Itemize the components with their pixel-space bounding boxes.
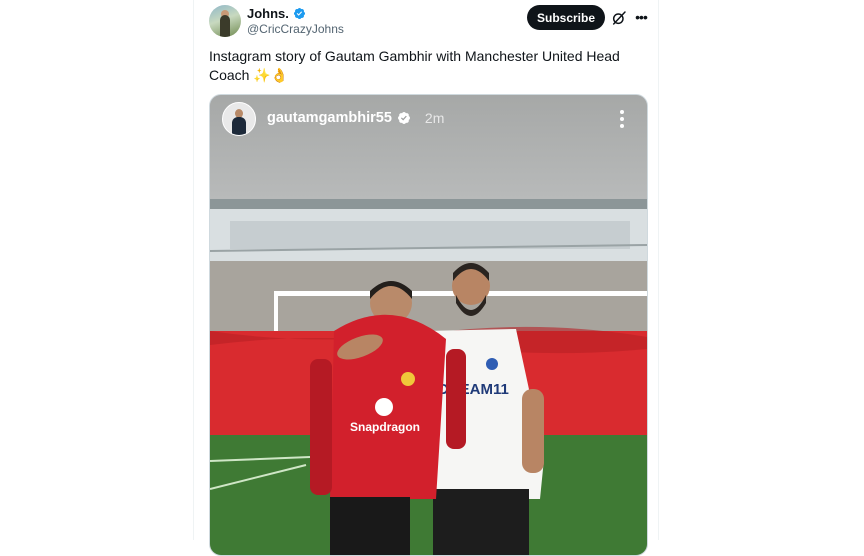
tweet-media[interactable]: gautamgambhir55 2m DREAM11 Snapdragon — [209, 94, 648, 556]
author-name-row[interactable]: Johns. — [247, 6, 306, 21]
more-options-icon[interactable]: ••• — [632, 8, 650, 26]
story-user-row: gautamgambhir55 2m — [267, 110, 444, 126]
snapdragon-logo-text: Snapdragon — [350, 420, 420, 434]
vertical-dots-icon — [620, 110, 624, 128]
story-avatar — [222, 102, 256, 136]
author-avatar[interactable] — [209, 5, 241, 37]
verified-badge-icon — [293, 7, 305, 20]
story-username: gautamgambhir55 — [267, 110, 392, 126]
story-photo: DREAM11 Snapdragon — [210, 199, 647, 555]
story-verified-icon — [397, 112, 410, 124]
timeline-border-left — [193, 0, 194, 540]
timeline-border-right — [658, 0, 659, 540]
author-name[interactable]: Johns. — [247, 6, 289, 21]
subscribe-button[interactable]: Subscribe — [527, 5, 605, 30]
grok-icon[interactable] — [611, 10, 627, 26]
author-handle[interactable]: @CricCrazyJohns — [247, 22, 344, 36]
tweet-text: Instagram story of Gautam Gambhir with M… — [209, 48, 620, 83]
story-time: 2m — [424, 110, 445, 126]
